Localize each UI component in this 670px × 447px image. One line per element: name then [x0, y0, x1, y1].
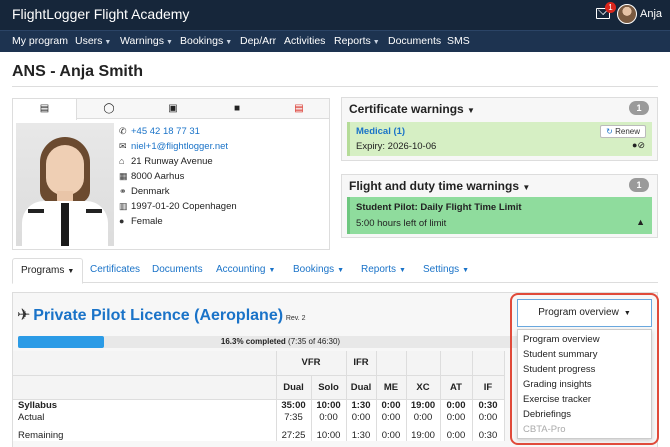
main-nav: My program Users ▼ Warnings ▼ Bookings ▼ De… — [0, 30, 670, 52]
col-me: ME — [376, 375, 407, 400]
street-row: ⌂ 21 Runway Avenue — [119, 156, 213, 167]
phone-icon: ✆ — [119, 126, 127, 136]
syllabus-table: VFR IFR Dual Solo Dual ME XC AT IF Sylla… — [13, 351, 505, 441]
email-row[interactable]: ✉ niel+1@flightlogger.net — [119, 141, 228, 152]
highlight-outline — [510, 293, 659, 445]
tab-certificates[interactable]: Certificates — [90, 258, 140, 283]
nav-bookings[interactable]: Bookings ▼ — [180, 35, 232, 47]
warnings-count: 1 — [629, 101, 649, 115]
duty-warning-item: Student Pilot: Daily Flight Time Limit 5… — [347, 197, 652, 234]
user-name[interactable]: Anja — [640, 8, 662, 20]
nav-activities[interactable]: Activities — [284, 35, 325, 47]
nav-dep-arr[interactable]: Dep/Arr — [240, 35, 276, 47]
expiry-text: Expiry: 2026-10-06 — [356, 141, 437, 152]
col-group-vfr: VFR — [276, 351, 347, 376]
caret-down-icon: ▼ — [104, 39, 112, 46]
col-group-ifr: IFR — [346, 351, 377, 376]
red-id-icon[interactable]: ▤ — [267, 99, 331, 119]
col-at: AT — [440, 375, 473, 400]
app-brand[interactable]: FlightLogger Flight Academy — [12, 6, 189, 22]
user-avatar[interactable] — [617, 4, 637, 24]
caret-down-icon: ▼ — [462, 267, 470, 274]
duty-warnings-title[interactable]: Flight and duty time warnings ▼ — [349, 179, 530, 193]
tab-bookings[interactable]: Bookings ▼ — [293, 258, 344, 283]
caret-down-icon: ▼ — [399, 267, 406, 274]
tab-accounting[interactable]: Accounting ▼ — [216, 258, 275, 283]
caret-down-icon: ▼ — [372, 39, 380, 46]
program-name-link[interactable]: Private Pilot Licence (Aeroplane) — [33, 307, 283, 324]
medical-link[interactable]: Medical (1) — [356, 126, 405, 137]
birth-row: ▥ 1997-01-20 Copenhagen — [119, 201, 237, 212]
nav-users[interactable]: Users ▼ — [75, 35, 111, 47]
table-row: Remaining 27:25 10:00 1:30 0:00 19:00 0:… — [13, 429, 505, 441]
col-ifr-dual: Dual — [346, 375, 377, 400]
building-icon: ▦ — [119, 171, 128, 181]
tab-programs[interactable]: Programs ▼ — [12, 258, 84, 284]
col-xc: XC — [406, 375, 441, 400]
nav-reports[interactable]: Reports ▼ — [334, 35, 380, 47]
cake-icon: ▥ — [119, 201, 128, 211]
person-ban-icon: ●⊘ — [632, 140, 645, 150]
nav-warnings[interactable]: Warnings ▼ — [120, 35, 173, 47]
certificate-warnings-title[interactable]: Certificate warnings ▼ — [349, 102, 475, 116]
tab-settings[interactable]: Settings ▼ — [423, 258, 469, 283]
tab-reports[interactable]: Reports ▼ — [361, 258, 406, 283]
tab-documents[interactable]: Documents — [152, 258, 203, 283]
nav-documents[interactable]: Documents — [388, 35, 441, 47]
table-header: Dual Solo Dual ME XC AT IF — [13, 375, 505, 400]
profile-tabs: ▤ ◯ ▣ ■ ▤ — [13, 99, 331, 120]
caret-down-icon: ▼ — [268, 267, 276, 274]
home-icon: ⌂ — [119, 156, 125, 166]
divider — [12, 86, 658, 87]
progress-bar: 16.3% completed (7:35 of 46:30) — [18, 336, 543, 348]
notification-badge: 1 — [605, 2, 616, 13]
duty-warnings-count: 1 — [629, 178, 649, 192]
program-title: ✈ Private Pilot Licence (Aeroplane) Rev.… — [17, 305, 306, 325]
student-icon: ▲ — [636, 217, 645, 227]
program-revision: Rev. 2 — [285, 315, 306, 322]
certificate-warnings-card: Certificate warnings ▼ 1 Medical (1) Exp… — [341, 97, 658, 161]
person-icon: ● — [119, 216, 125, 226]
top-bar: FlightLogger Flight Academy 1 Anja — [0, 0, 670, 30]
progress-label: 16.3% completed (7:35 of 46:30) — [220, 337, 341, 346]
certificate-warning-item: Medical (1) Expiry: 2026-10-06 ↻ Renew ●… — [347, 122, 652, 156]
duty-warning-title: Student Pilot: Daily Flight Time Limit — [356, 202, 522, 213]
clipboard-icon[interactable]: ▣ — [141, 99, 205, 119]
phone-row[interactable]: ✆ +45 42 18 77 31 — [119, 126, 200, 137]
profile-card: ▤ ◯ ▣ ■ ▤ ✆ +45 42 18 77 31 ✉ niel+1@fligh… — [12, 98, 330, 250]
table-row: Syllabus 35:00 10:00 1:30 0:00 19:00 0:0… — [13, 399, 505, 411]
id-card-icon[interactable]: ▤ — [13, 99, 77, 120]
refresh-icon: ↻ — [606, 127, 613, 136]
page-title: ANS - Anja Smith — [12, 63, 143, 80]
duty-warning-detail: 5:00 hours left of limit — [356, 218, 447, 229]
caret-down-icon: ▼ — [337, 267, 345, 274]
globe-icon: ⚭ — [119, 186, 127, 196]
section-tabs: Programs ▼ Certificates Documents Account… — [12, 258, 658, 284]
col-if: IF — [472, 375, 505, 400]
country-row: ⚭ Denmark — [119, 186, 170, 197]
nav-my-program[interactable]: My program — [12, 35, 68, 47]
table-row: Actual 7:35 0:00 0:00 0:00 0:00 0:00 0:0… — [13, 411, 505, 423]
duty-warnings-card: Flight and duty time warnings ▼ 1 Studen… — [341, 174, 658, 238]
gender-row: ● Female — [119, 216, 163, 227]
caret-down-icon: ▼ — [225, 39, 233, 46]
city-row: ▦ 8000 Aarhus — [119, 171, 185, 182]
profile-photo — [16, 123, 114, 246]
col-dual: Dual — [276, 375, 312, 400]
nav-sms[interactable]: SMS — [447, 35, 470, 47]
renew-button[interactable]: ↻ Renew — [600, 125, 646, 138]
tag-icon[interactable]: ◯ — [77, 99, 141, 119]
envelope-icon: ✉ — [119, 141, 127, 151]
table-header-group: VFR IFR — [13, 351, 505, 376]
airplane-icon: ✈ — [17, 307, 31, 324]
caret-down-icon: ▼ — [67, 268, 75, 275]
caret-down-icon: ▼ — [165, 39, 173, 46]
user-tag-icon[interactable]: ■ — [205, 99, 269, 119]
col-solo: Solo — [311, 375, 347, 400]
